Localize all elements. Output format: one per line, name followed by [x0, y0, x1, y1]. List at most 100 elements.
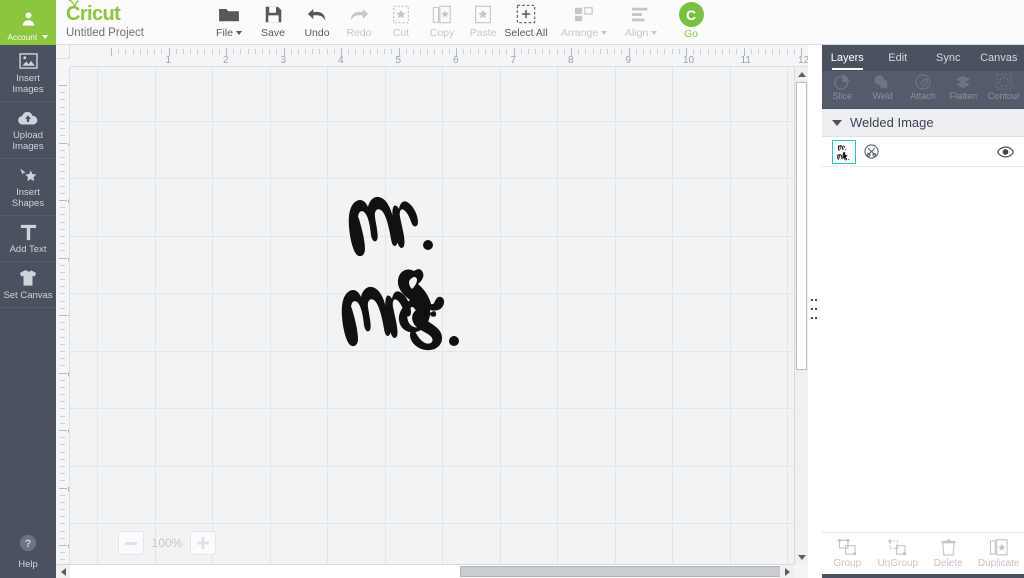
redo-label: Redo: [346, 27, 372, 39]
vertical-scrollbar[interactable]: [794, 67, 808, 564]
undo-label: Undo: [304, 27, 330, 39]
ruler-tick: [535, 49, 537, 54]
cut-circle-icon[interactable]: [863, 144, 879, 160]
ruler-tick: [585, 49, 587, 54]
cut-label: Cut: [392, 27, 410, 39]
ruler-tick: [60, 530, 65, 532]
sidebar-item-set-canvas[interactable]: Set Canvas: [0, 262, 56, 308]
ruler-tick: [463, 49, 465, 54]
grid-line-vertical: [672, 67, 673, 564]
ruler-tick: [204, 49, 206, 54]
sidebar-item-add-text[interactable]: Add Text: [0, 216, 56, 262]
ruler-tick: [427, 49, 429, 54]
scroll-down-button[interactable]: [795, 550, 808, 564]
layer-group-header[interactable]: Welded Image: [822, 109, 1024, 137]
ruler-label-h: 3: [280, 55, 287, 66]
ruler-tick: [678, 49, 680, 54]
duplicate-label: Duplicate: [977, 558, 1020, 569]
ruler-tick: [60, 271, 65, 273]
ruler-tick: [111, 48, 112, 56]
ruler-tick: [60, 92, 65, 94]
arrange-menu-button: Arrange: [553, 2, 615, 44]
paste-label: Paste: [469, 27, 497, 39]
floppy-disk-icon: [264, 2, 283, 26]
ruler-tick: [664, 49, 666, 54]
group-label: Group: [833, 558, 862, 569]
arrange-icon: [573, 2, 595, 26]
file-menu-button[interactable]: File: [205, 2, 253, 44]
ruler-tick: [60, 509, 65, 511]
artwork-mr-and-mrs[interactable]: [334, 167, 486, 367]
duplicate-icon: [989, 537, 1008, 557]
sidebar-label-upload-images-1: Upload: [12, 130, 44, 141]
ruler-label-h: 4: [338, 55, 344, 66]
horizontal-scroll-thumb[interactable]: [460, 566, 782, 577]
scroll-left-button[interactable]: [56, 565, 70, 578]
sidebar-label-insert-shapes-1: Insert: [16, 187, 40, 198]
eye-icon[interactable]: [997, 146, 1014, 158]
zoom-level: 100%: [151, 536, 183, 550]
zoom-in-button[interactable]: [190, 531, 216, 555]
ruler-tick: [527, 49, 529, 54]
grid-line-vertical: [154, 67, 156, 564]
ruler-tick: [154, 49, 156, 54]
tab-layers[interactable]: Layers: [822, 45, 873, 71]
sidebar-item-insert-images[interactable]: Insert Images: [0, 45, 56, 102]
contour-icon: [996, 73, 1012, 90]
attach-label: Attach: [910, 91, 936, 101]
ruler-tick: [60, 171, 65, 173]
ruler-tick: [60, 336, 65, 338]
ruler-tick: [355, 49, 357, 54]
ruler-tick: [721, 49, 723, 54]
panel-resize-handle[interactable]: [810, 298, 818, 320]
tab-edit[interactable]: Edit: [873, 45, 924, 71]
tab-sync[interactable]: Sync: [923, 45, 974, 71]
go-label: Go: [683, 28, 698, 40]
ruler-tick: [197, 49, 199, 54]
ruler-tick: [60, 106, 65, 108]
layer-list-item[interactable]: [822, 137, 1024, 167]
panel-bottom-strip: [822, 574, 1024, 578]
go-button[interactable]: C Go: [667, 2, 715, 44]
ruler-tick: [441, 49, 443, 54]
sidebar-item-insert-shapes[interactable]: Insert Shapes: [0, 159, 56, 216]
select-all-icon: [516, 2, 536, 26]
horizontal-scrollbar[interactable]: [56, 564, 794, 578]
file-label: File: [216, 27, 233, 39]
copy-icon: [432, 2, 452, 26]
ruler-tick: [750, 49, 752, 54]
cut-icon: [392, 2, 410, 26]
ruler-tick: [60, 300, 65, 302]
ruler-label-h: 7: [510, 55, 517, 66]
layer-thumbnail[interactable]: [832, 139, 856, 164]
vertical-scroll-thumb[interactable]: [796, 82, 807, 370]
ruler-tick: [549, 49, 551, 54]
ruler-tick: [240, 49, 242, 54]
handle-dot: [815, 308, 817, 310]
ruler-tick: [621, 49, 623, 54]
account-button[interactable]: Account: [0, 0, 56, 45]
undo-button[interactable]: Undo: [293, 2, 341, 44]
ruler-tick: [59, 487, 67, 489]
sidebar-item-upload-images[interactable]: Upload Images: [0, 102, 56, 159]
ruler-tick: [60, 408, 65, 410]
select-all-button[interactable]: Select All: [495, 2, 557, 44]
ruler-corner: [56, 45, 70, 59]
ruler-tick: [391, 49, 393, 54]
zoom-out-button[interactable]: [118, 531, 144, 555]
design-canvas[interactable]: [70, 67, 794, 564]
ruler-tick: [60, 458, 65, 460]
scroll-right-button[interactable]: [780, 565, 794, 578]
tab-canvas[interactable]: Canvas: [974, 45, 1024, 71]
save-button[interactable]: Save: [249, 2, 297, 44]
cursor-star-icon: [18, 165, 38, 185]
ungroup-label: UnGroup: [877, 558, 919, 569]
scroll-up-button[interactable]: [795, 67, 808, 81]
ruler-tick: [60, 164, 65, 166]
layer-operations-bar: Slice Weld Attach Flatten Contour: [822, 71, 1024, 109]
ruler-tick: [60, 178, 65, 180]
ruler-tick: [146, 49, 148, 54]
ruler-tick: [60, 135, 65, 137]
ruler-tick: [779, 49, 781, 54]
help-button[interactable]: ? Help: [0, 534, 56, 570]
